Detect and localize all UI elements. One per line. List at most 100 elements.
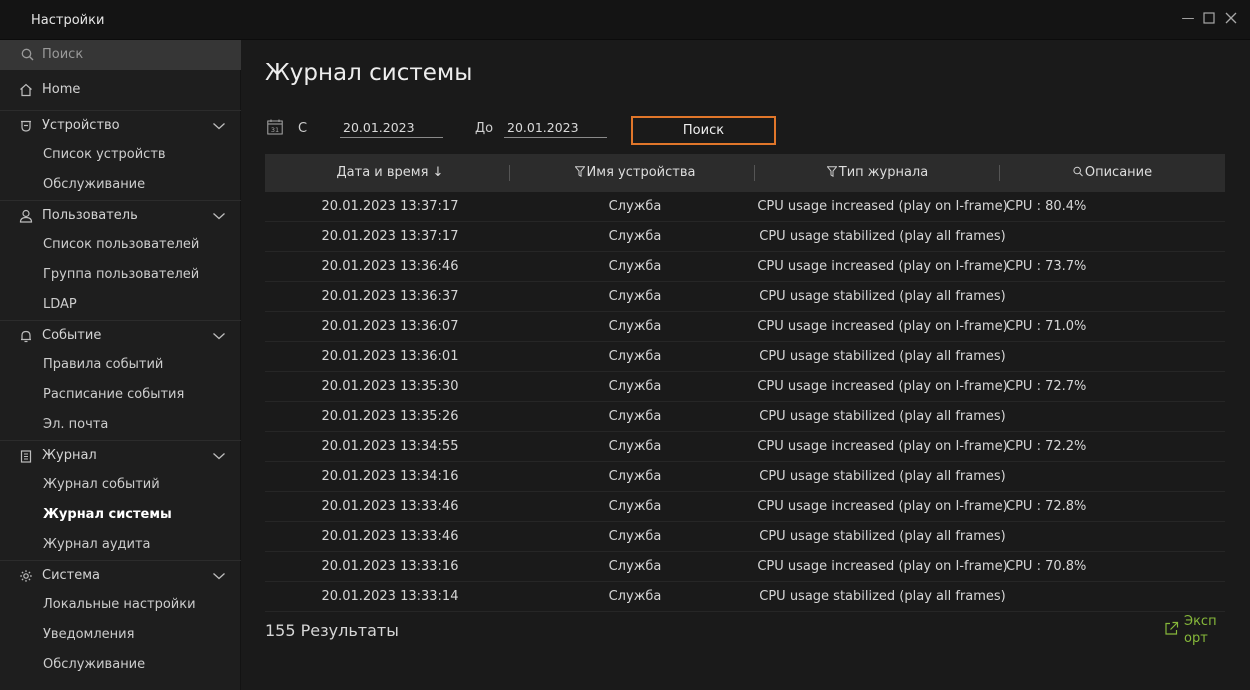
cell-datetime: 20.01.2023 13:36:37 bbox=[321, 289, 459, 304]
sidebar-item-label: Обслуживание bbox=[43, 177, 146, 192]
table-row[interactable]: 20.01.2023 13:33:14 Служба CPU usage stabi… bbox=[265, 582, 1225, 612]
cell-datetime: 20.01.2023 13:33:14 bbox=[321, 589, 459, 604]
search-button[interactable]: Поиск bbox=[631, 116, 776, 145]
close-icon[interactable] bbox=[1224, 12, 1238, 26]
sidebar-item-system-maintenance[interactable]: Обслуживание bbox=[0, 650, 241, 680]
sidebar-group-system[interactable]: Система bbox=[0, 560, 241, 590]
sidebar-item-event-log[interactable]: Журнал событий bbox=[0, 470, 241, 500]
search-icon[interactable] bbox=[1073, 166, 1083, 177]
sidebar-item-label: Правила событий bbox=[43, 357, 164, 372]
sidebar-item-user-list[interactable]: Список пользователей bbox=[0, 230, 241, 260]
sidebar-item-event-rules[interactable]: Правила событий bbox=[0, 350, 241, 380]
cell-device: Служба bbox=[608, 589, 662, 604]
cell-datetime: 20.01.2023 13:34:16 bbox=[321, 469, 459, 484]
sidebar-item-label: Эл. почта bbox=[43, 417, 109, 432]
cell-log-type: CPU usage stabilized (play all frames) bbox=[759, 229, 1006, 244]
sidebar-item-audit-log[interactable]: Журнал аудита bbox=[0, 530, 241, 560]
table-header: Дата и время ↓ Имя устройства Тип журнал… bbox=[265, 154, 1225, 192]
filter-icon[interactable] bbox=[574, 166, 585, 177]
sidebar-item-user-group[interactable]: Группа пользователей bbox=[0, 260, 241, 290]
sidebar-search-input[interactable]: Поиск bbox=[0, 40, 241, 70]
sidebar-item-device-maintenance[interactable]: Обслуживание bbox=[0, 170, 241, 200]
cell-description: CPU : 80.4% bbox=[1006, 199, 1087, 214]
cell-datetime: 20.01.2023 13:36:46 bbox=[321, 259, 459, 274]
table-row[interactable]: 20.01.2023 13:33:46 Служба CPU usage incre… bbox=[265, 492, 1225, 522]
table-row[interactable]: 20.01.2023 13:34:16 Служба CPU usage stabi… bbox=[265, 462, 1225, 492]
chevron-down-icon bbox=[213, 453, 225, 460]
cell-device: Служба bbox=[608, 319, 662, 334]
cell-log-type: CPU usage stabilized (play all frames) bbox=[759, 349, 1006, 364]
table-row[interactable]: 20.01.2023 13:36:46 Служба CPU usage incre… bbox=[265, 252, 1225, 282]
sidebar-item-label: Локальные настройки bbox=[43, 597, 196, 612]
cell-datetime: 20.01.2023 13:35:26 bbox=[321, 409, 459, 424]
table-row[interactable]: 20.01.2023 13:36:01 Служба CPU usage stabi… bbox=[265, 342, 1225, 372]
cell-device: Служба bbox=[608, 259, 662, 274]
home-icon bbox=[20, 83, 32, 97]
sidebar-item-home[interactable]: Home bbox=[0, 75, 241, 105]
column-header-label: Имя устройства bbox=[586, 165, 696, 180]
table-row[interactable]: 20.01.2023 13:34:55 Служба CPU usage incre… bbox=[265, 432, 1225, 462]
table-row[interactable]: 20.01.2023 13:33:16 Служба CPU usage incre… bbox=[265, 552, 1225, 582]
sidebar-group-user[interactable]: Пользователь bbox=[0, 200, 241, 230]
sidebar-item-label: Группа пользователей bbox=[43, 267, 200, 282]
cell-log-type: CPU usage increased (play on I-frame) bbox=[757, 499, 1008, 514]
column-header-label: Дата и время ↓ bbox=[336, 165, 444, 180]
column-header-device-name[interactable]: Имя устройства bbox=[515, 154, 755, 192]
sidebar-group-event[interactable]: Событие bbox=[0, 320, 241, 350]
sidebar-group-log[interactable]: Журнал bbox=[0, 440, 241, 470]
column-header-description[interactable]: Описание bbox=[1000, 154, 1225, 192]
search-icon bbox=[21, 48, 34, 61]
cell-description: CPU : 71.0% bbox=[1006, 319, 1087, 334]
system-log-table: Дата и время ↓ Имя устройства Тип журнал… bbox=[265, 154, 1225, 612]
column-header-label: Тип журнала bbox=[838, 165, 929, 180]
cell-log-type: CPU usage increased (play on I-frame) bbox=[757, 439, 1008, 454]
minimize-icon[interactable]: — bbox=[1181, 12, 1195, 26]
cell-datetime: 20.01.2023 13:33:46 bbox=[321, 499, 459, 514]
filter-icon[interactable] bbox=[826, 166, 837, 177]
cell-log-type: CPU usage increased (play on I-frame) bbox=[757, 559, 1008, 574]
column-header-datetime[interactable]: Дата и время ↓ bbox=[265, 154, 515, 192]
sidebar-item-label: Уведомления bbox=[43, 627, 135, 642]
clipboard-icon bbox=[20, 450, 32, 463]
maximize-icon[interactable] bbox=[1202, 12, 1216, 26]
sidebar-item-ldap[interactable]: LDAP bbox=[0, 290, 241, 320]
column-header-log-type[interactable]: Тип журнала bbox=[755, 154, 1000, 192]
to-date-input[interactable] bbox=[504, 117, 607, 138]
sidebar-item-notifications[interactable]: Уведомления bbox=[0, 620, 241, 650]
cell-datetime: 20.01.2023 13:36:01 bbox=[321, 349, 459, 364]
cell-log-type: CPU usage increased (play on I-frame) bbox=[757, 379, 1008, 394]
sidebar-item-email[interactable]: Эл. почта bbox=[0, 410, 241, 440]
cell-device: Служба bbox=[608, 469, 662, 484]
sidebar-item-local-settings[interactable]: Локальные настройки bbox=[0, 590, 241, 620]
sidebar-item-event-schedule[interactable]: Расписание события bbox=[0, 380, 241, 410]
table-row[interactable]: 20.01.2023 13:33:46 Служба CPU usage stabi… bbox=[265, 522, 1225, 552]
sidebar-item-system-log[interactable]: Журнал системы bbox=[0, 500, 241, 530]
export-button[interactable]: Экспорт bbox=[1164, 613, 1224, 647]
table-row[interactable]: 20.01.2023 13:35:30 Служба CPU usage incre… bbox=[265, 372, 1225, 402]
sidebar: Поиск Home Устройство Список устройств О… bbox=[0, 40, 241, 690]
sidebar-item-device-list[interactable]: Список устройств bbox=[0, 140, 241, 170]
window-title: Настройки bbox=[31, 13, 105, 28]
sidebar-item-label: Home bbox=[42, 82, 81, 97]
table-row[interactable]: 20.01.2023 13:37:17 Служба CPU usage stabi… bbox=[265, 222, 1225, 252]
cell-device: Служба bbox=[608, 409, 662, 424]
table-row[interactable]: 20.01.2023 13:36:07 Служба CPU usage incre… bbox=[265, 312, 1225, 342]
external-link-icon bbox=[1165, 621, 1179, 635]
title-bar: Настройки — bbox=[0, 0, 1250, 40]
table-row[interactable]: 20.01.2023 13:35:26 Служба CPU usage stabi… bbox=[265, 402, 1225, 432]
calendar-icon[interactable]: 31 bbox=[267, 119, 283, 135]
table-row[interactable]: 20.01.2023 13:36:37 Служба CPU usage stabi… bbox=[265, 282, 1225, 312]
from-date-input[interactable] bbox=[340, 117, 443, 138]
main-panel: Журнал системы 31 С До Поиск Дата и врем… bbox=[241, 40, 1250, 690]
user-icon bbox=[19, 209, 33, 223]
chevron-down-icon bbox=[213, 213, 225, 220]
column-divider bbox=[509, 165, 510, 181]
sidebar-group-label: Журнал bbox=[42, 448, 97, 463]
sidebar-group-device[interactable]: Устройство bbox=[0, 110, 241, 140]
cell-datetime: 20.01.2023 13:33:46 bbox=[321, 529, 459, 544]
table-row[interactable]: 20.01.2023 13:37:17 Служба CPU usage incre… bbox=[265, 192, 1225, 222]
cell-log-type: CPU usage increased (play on I-frame) bbox=[757, 319, 1008, 334]
cell-datetime: 20.01.2023 13:33:16 bbox=[321, 559, 459, 574]
page-title: Журнал системы bbox=[265, 60, 473, 86]
cell-device: Служба bbox=[608, 229, 662, 244]
